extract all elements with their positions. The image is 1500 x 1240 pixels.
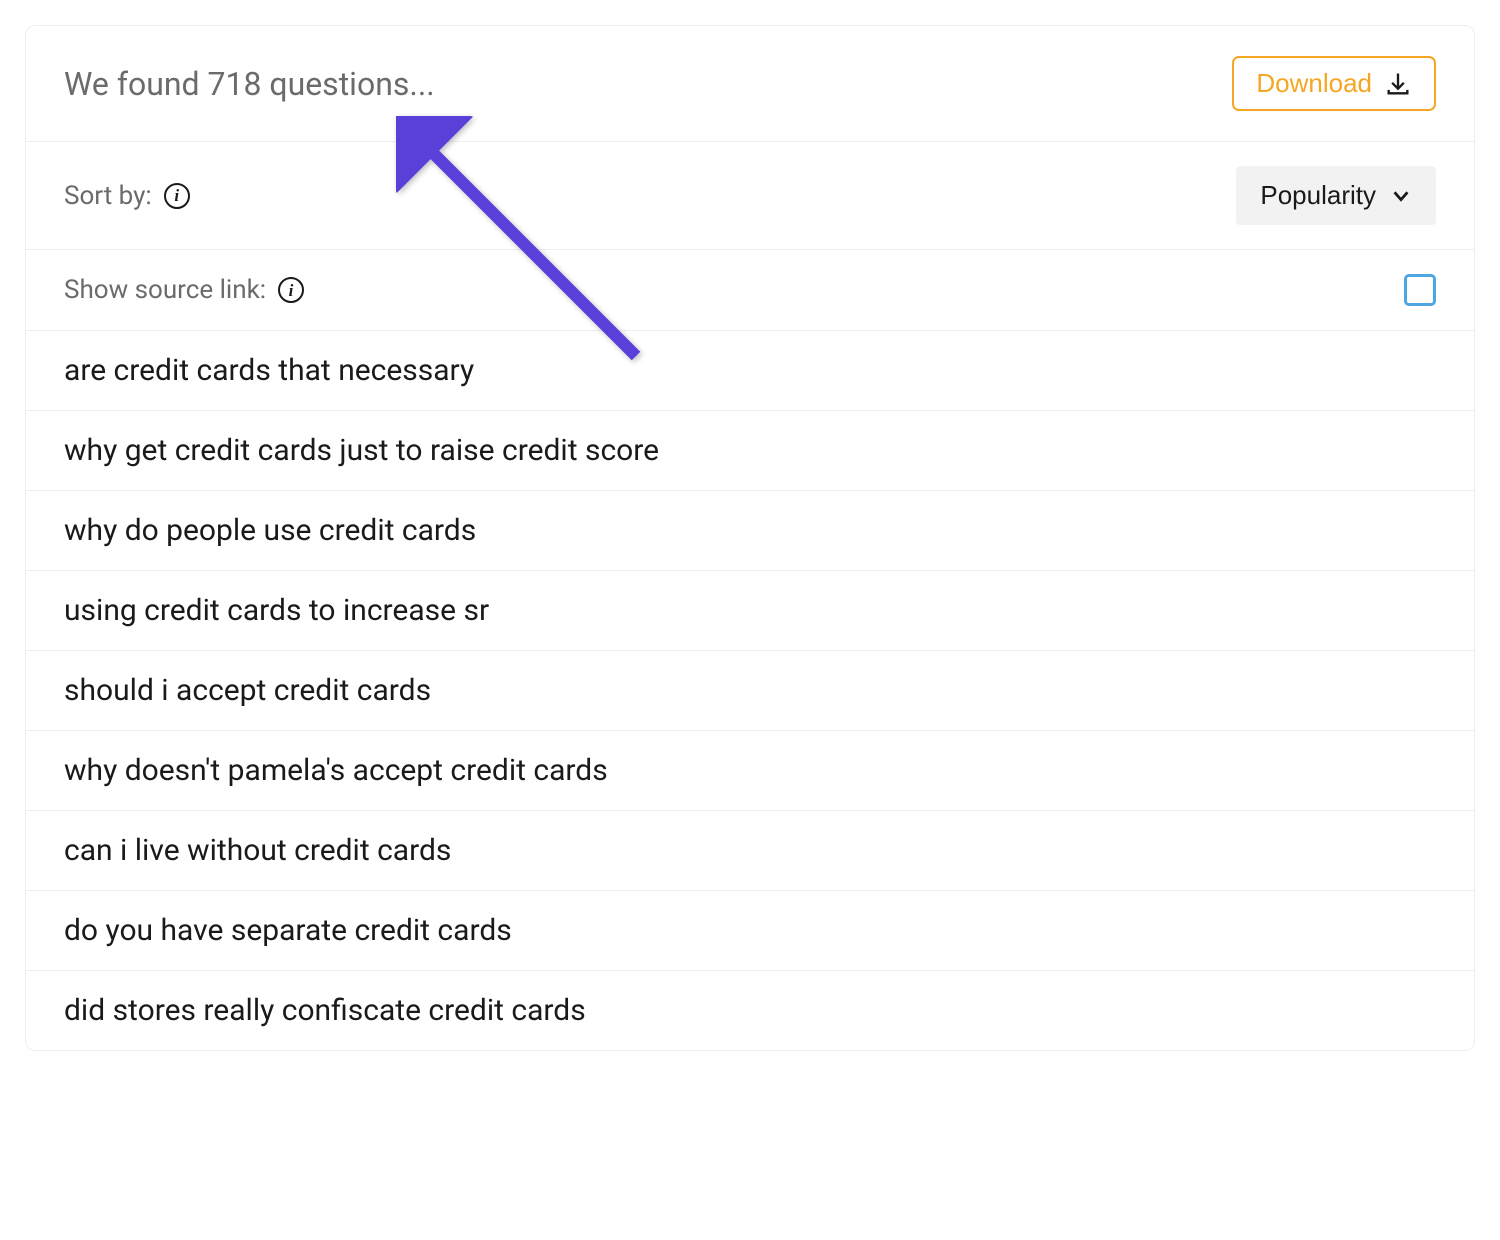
sort-select[interactable]: Popularity	[1236, 166, 1436, 225]
question-item[interactable]: did stores really confiscate credit card…	[26, 971, 1474, 1050]
question-item[interactable]: why do people use credit cards	[26, 491, 1474, 571]
info-icon[interactable]: i	[278, 277, 304, 303]
questions-panel: We found 718 questions... Download Sort …	[25, 25, 1475, 1051]
question-list: are credit cards that necessary why get …	[26, 331, 1474, 1050]
question-item[interactable]: are credit cards that necessary	[26, 331, 1474, 411]
sort-by-label: Sort by: i	[64, 181, 190, 211]
question-item[interactable]: using credit cards to increase sr	[26, 571, 1474, 651]
show-source-label: Show source link: i	[64, 275, 304, 305]
chevron-down-icon	[1390, 185, 1412, 207]
question-item[interactable]: can i live without credit cards	[26, 811, 1474, 891]
sort-by-text: Sort by:	[64, 181, 152, 211]
download-icon	[1384, 70, 1412, 98]
show-source-row: Show source link: i	[26, 250, 1474, 331]
download-button[interactable]: Download	[1232, 56, 1436, 111]
result-count-text: We found 718 questions...	[64, 65, 435, 103]
sort-row: Sort by: i Popularity	[26, 142, 1474, 250]
info-icon[interactable]: i	[164, 183, 190, 209]
question-item[interactable]: do you have separate credit cards	[26, 891, 1474, 971]
download-button-label: Download	[1256, 68, 1372, 99]
panel-header: We found 718 questions... Download	[26, 26, 1474, 142]
question-item[interactable]: why doesn't pamela's accept credit cards	[26, 731, 1474, 811]
show-source-text: Show source link:	[64, 275, 266, 305]
sort-select-value: Popularity	[1260, 180, 1376, 211]
question-item[interactable]: should i accept credit cards	[26, 651, 1474, 731]
show-source-checkbox[interactable]	[1404, 274, 1436, 306]
question-item[interactable]: why get credit cards just to raise credi…	[26, 411, 1474, 491]
